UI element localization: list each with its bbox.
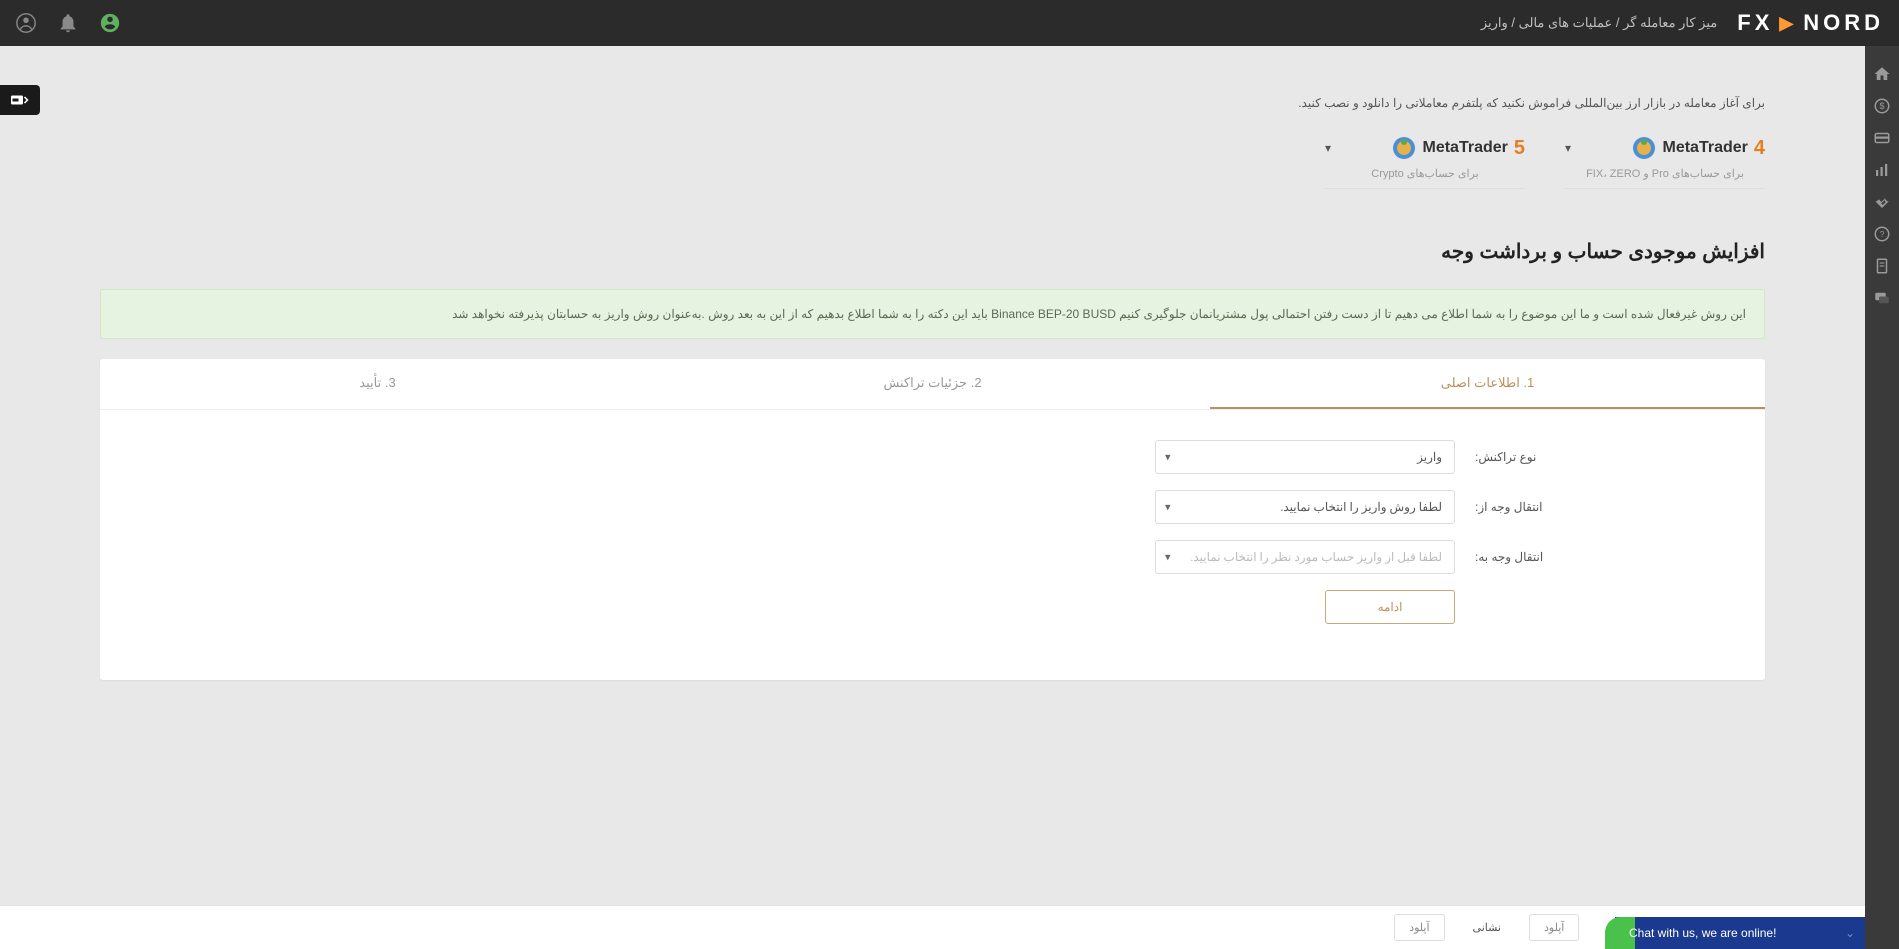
row-transfer-from: انتقال وجه از: لطفا روش واریز را انتخاب … (140, 490, 1725, 524)
sidebar-partners-icon[interactable] (1865, 186, 1899, 218)
select-transaction-type[interactable]: واریز (1155, 440, 1455, 474)
sidebar-stats-icon[interactable] (1865, 154, 1899, 186)
row-transfer-to: انتقال وجه به: ▾ (140, 540, 1725, 574)
header-bar: NORD ▶ FX میز کار معامله گر / عملیات های… (0, 0, 1899, 46)
logo-arrow-icon: ▶ (1779, 13, 1797, 34)
transaction-card: 1. اطلاعات اصلی 2. جزئیات تراکنش 3. تأیی… (100, 359, 1765, 680)
verification-bar: هنگام برداشت وجه، تایید لازم است پاسپورت… (0, 905, 1865, 949)
chat-text: Chat with us, we are online! (1629, 926, 1776, 940)
mt5-name: MetaTrader (1423, 139, 1508, 157)
input-transfer-to[interactable] (1155, 540, 1455, 574)
platform-cards: ▾ MetaTrader 4 برای حساب‌های Pro و FIX، Z… (100, 135, 1765, 189)
sidebar-docs-icon[interactable] (1865, 250, 1899, 282)
svg-text:$: $ (1879, 101, 1884, 111)
label-transfer-to: انتقال وجه به: (1475, 550, 1725, 564)
sidebar-chat-icon[interactable] (1865, 282, 1899, 314)
chat-widget[interactable]: Chat with us, we are online! ⌄ (1615, 917, 1865, 949)
chevron-down-icon[interactable]: ▾ (1325, 141, 1331, 155)
left-panel-toggle[interactable] (0, 85, 40, 115)
profile-icon[interactable] (15, 12, 37, 34)
tab-step3[interactable]: 3. تأیید (100, 359, 655, 409)
mt4-name: MetaTrader (1663, 139, 1748, 157)
mt4-icon (1631, 135, 1657, 161)
continue-button[interactable]: ادامه (1325, 590, 1455, 624)
chevron-down-icon: ⌄ (1845, 926, 1855, 940)
upload-passport-button[interactable]: آپلود (1529, 914, 1579, 941)
logo-text-main: NORD (1803, 10, 1884, 36)
mt5-number: 5 (1514, 137, 1525, 160)
mt4-number: 4 (1754, 137, 1765, 160)
mt5-icon (1391, 135, 1417, 161)
logo-text-fx: FX (1737, 10, 1773, 36)
label-transfer-from: انتقال وجه از: (1475, 500, 1725, 514)
breadcrumb: میز کار معامله گر / عملیات های مالی / وا… (1481, 15, 1717, 31)
mt5-subtitle: برای حساب‌های Crypto (1325, 167, 1525, 180)
step-tabs: 1. اطلاعات اصلی 2. جزئیات تراکنش 3. تأیی… (100, 359, 1765, 410)
intro-text: برای آغاز معامله در بازار ارز بین‌المللی… (100, 96, 1765, 110)
platform-mt5[interactable]: ▾ MetaTrader 5 برای حساب‌های Crypto (1325, 135, 1525, 189)
main-content: برای آغاز معامله در بازار ارز بین‌المللی… (0, 46, 1865, 860)
support-icon[interactable] (99, 12, 121, 34)
row-submit: ادامه (140, 590, 1725, 624)
upload-address-button[interactable]: آپلود (1394, 914, 1444, 941)
right-sidebar: $ ? (1865, 46, 1899, 949)
page-title: افزایش موجودی حساب و برداشت وجه (100, 239, 1765, 264)
row-transaction-type: نوع تراکنش: واریز ▾ (140, 440, 1725, 474)
form-body: نوع تراکنش: واریز ▾ انتقال وجه از: لطفا … (100, 410, 1765, 680)
sidebar-help-icon[interactable]: ? (1865, 218, 1899, 250)
sidebar-home-icon[interactable] (1865, 58, 1899, 90)
label-transaction-type: نوع تراکنش: (1475, 450, 1725, 464)
sidebar-wallet-icon[interactable] (1865, 122, 1899, 154)
mt4-subtitle: برای حساب‌های Pro و FIX، ZERO (1565, 167, 1765, 180)
brand-logo[interactable]: NORD ▶ FX (1737, 10, 1884, 36)
chevron-down-icon[interactable]: ▾ (1565, 141, 1571, 155)
notifications-icon[interactable] (57, 12, 79, 34)
svg-text:?: ? (1880, 230, 1885, 239)
tab-step1[interactable]: 1. اطلاعات اصلی (1210, 359, 1765, 409)
tab-step2[interactable]: 2. جزئیات تراکنش (655, 359, 1210, 409)
sidebar-finance-icon[interactable]: $ (1865, 90, 1899, 122)
alert-notice: این روش غیرفعال شده است و ما این موضوع ر… (100, 289, 1765, 339)
footer-address-label: نشانی (1473, 921, 1501, 934)
platform-mt4[interactable]: ▾ MetaTrader 4 برای حساب‌های Pro و FIX، Z… (1565, 135, 1765, 189)
select-transfer-from[interactable]: لطفا روش واریز را انتخاب نمایید. (1155, 490, 1455, 524)
